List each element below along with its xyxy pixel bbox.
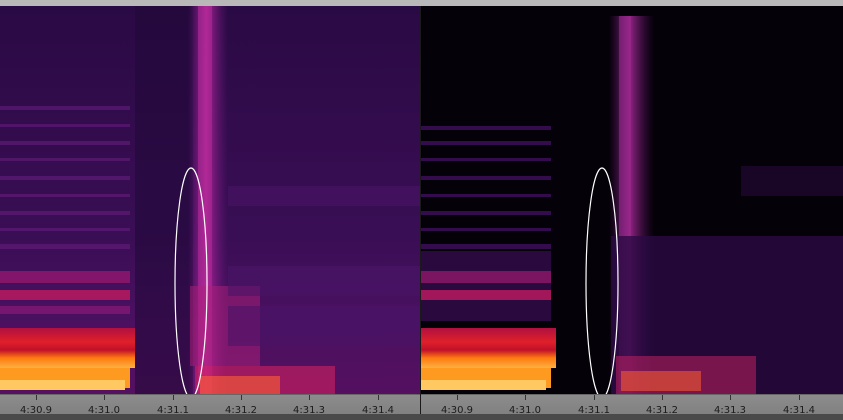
timeline-tick-label: 4:31.4 [783, 405, 815, 414]
timeline-tick-label: 4:30.9 [20, 405, 52, 414]
timeline-ruler-original[interactable]: 4:30.9 4:31.0 4:31.1 4:31.2 4:31.3 4:31.… [0, 394, 421, 414]
timeline-tick-label: 4:31.2 [646, 405, 678, 414]
timeline-tick-label: 4:31.0 [509, 405, 541, 414]
timeline-tick-label: 4:31.2 [225, 405, 257, 414]
window-bottom-strip [0, 414, 843, 420]
spectrogram-display-processed[interactable] [421, 6, 843, 394]
timeline-tick-label: 4:31.1 [157, 405, 189, 414]
spectrogram-panel-processed[interactable]: 4:30.9 4:31.0 4:31.1 4:31.2 4:31.3 4:31.… [421, 6, 843, 414]
spectrogram-image-processed [421, 6, 843, 394]
spectrogram-panel-original[interactable]: 4:30.9 4:31.0 4:31.1 4:31.2 4:31.3 4:31.… [0, 6, 421, 414]
timeline-tick-label: 4:31.3 [293, 405, 325, 414]
spectrogram-display-original[interactable] [0, 6, 421, 394]
timeline-ruler-processed[interactable]: 4:30.9 4:31.0 4:31.1 4:31.2 4:31.3 4:31.… [421, 394, 843, 414]
timeline-tick-label: 4:31.3 [714, 405, 746, 414]
timeline-tick-label: 4:31.0 [88, 405, 120, 414]
timeline-tick-label: 4:30.9 [441, 405, 473, 414]
timeline-tick-label: 4:31.4 [362, 405, 394, 414]
spectrogram-image-original [0, 6, 421, 394]
spectrogram-comparison-view: 4:30.9 4:31.0 4:31.1 4:31.2 4:31.3 4:31.… [0, 0, 843, 420]
timeline-tick-label: 4:31.1 [578, 405, 610, 414]
